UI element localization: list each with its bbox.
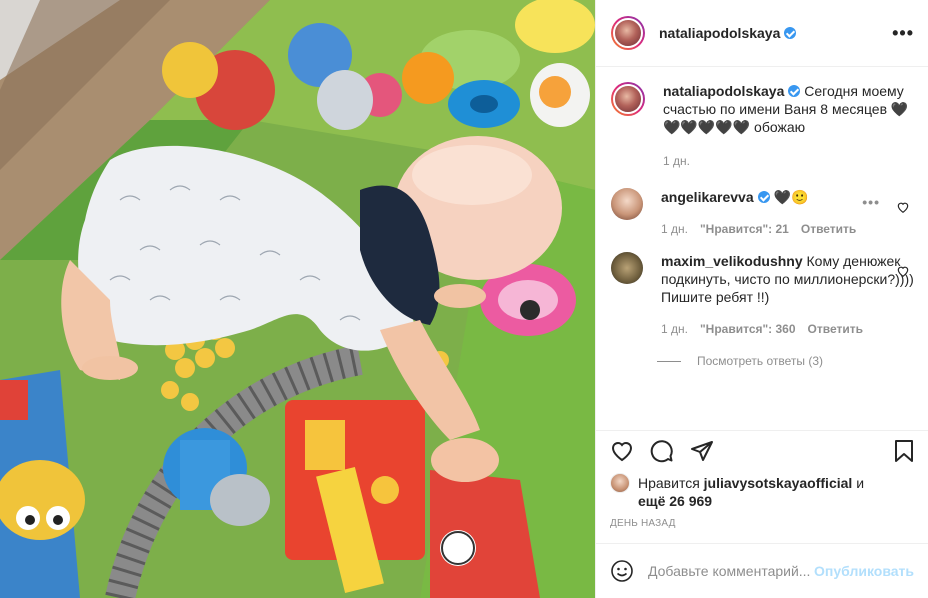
view-replies-button[interactable]: Посмотреть ответы (3) [657, 354, 914, 368]
comment-username[interactable]: angelikarevva [661, 189, 754, 205]
baby-on-playmat-image [0, 0, 595, 598]
verified-badge-icon [784, 27, 797, 39]
reply-button[interactable]: Ответить [801, 220, 856, 238]
likes-prefix: Нравится [638, 475, 700, 491]
comment-more-icon[interactable]: ••• [862, 194, 880, 210]
comment-likes[interactable]: "Нравится": 21 [700, 220, 789, 238]
author-username[interactable]: nataliapodolskaya [659, 25, 780, 41]
comment-heart-icon[interactable] [896, 264, 910, 278]
comment-username[interactable]: maxim_velikodushny [661, 253, 803, 269]
likes-summary: Нравится juliavysotskayaofficial и ещё 2… [610, 473, 914, 510]
comment-time[interactable]: 1 дн. [661, 220, 688, 238]
comment-likes[interactable]: "Нравится": 360 [700, 320, 796, 338]
liker-avatar[interactable] [610, 473, 630, 493]
heart-icon[interactable] [610, 439, 634, 463]
comment-item: maxim_velikodushny Кому денюжек подкинут… [611, 252, 914, 338]
bookmark-icon[interactable] [892, 439, 916, 463]
comments-list[interactable]: nataliapodolskaya Сегодня моему счастью … [596, 68, 928, 430]
comment-text-line2: Пишите ребят !!) [661, 289, 770, 305]
post-header: nataliapodolskaya ••• [596, 0, 928, 67]
view-replies-label: Посмотреть ответы (3) [697, 354, 824, 368]
replies-divider [657, 360, 681, 362]
smile-icon[interactable] [610, 559, 634, 583]
more-icon[interactable]: ••• [892, 23, 914, 44]
post-date[interactable]: ДЕНЬ НАЗАД [610, 518, 676, 529]
comment-item: angelikarevva 🖤🙂 1 дн. "Нравится": 21 От… [611, 188, 914, 238]
add-comment-bar: Добавьте комментарий... Опубликовать [596, 543, 928, 598]
publish-button[interactable]: Опубликовать [814, 563, 914, 579]
post-sidebar: nataliapodolskaya ••• nataliapodolskaya … [595, 0, 928, 598]
reply-button[interactable]: Ответить [808, 320, 863, 338]
caption-time[interactable]: 1 дн. [663, 152, 690, 170]
instagram-post-view: nataliapodolskaya ••• nataliapodolskaya … [0, 0, 928, 598]
post-actions-bar [596, 430, 928, 476]
comment-icon[interactable] [650, 439, 674, 463]
caption-avatar[interactable] [611, 82, 645, 116]
likes-and: и [856, 475, 865, 491]
comment-time[interactable]: 1 дн. [661, 320, 688, 338]
author-avatar[interactable] [611, 16, 645, 50]
likes-count[interactable]: ещё 26 969 [638, 493, 712, 509]
post-photo[interactable] [0, 0, 595, 598]
verified-badge-icon [757, 191, 770, 203]
caption-username[interactable]: nataliapodolskaya [663, 83, 784, 99]
liker-username[interactable]: juliavysotskayaofficial [704, 475, 853, 491]
commenter-avatar[interactable] [611, 252, 643, 284]
verified-badge-icon [788, 85, 801, 97]
comment-text: 🖤🙂 [773, 189, 809, 205]
commenter-avatar[interactable] [611, 188, 643, 220]
post-caption: nataliapodolskaya Сегодня моему счастью … [611, 68, 914, 170]
share-icon[interactable] [690, 439, 714, 463]
comment-heart-icon[interactable] [896, 200, 910, 214]
comment-input[interactable]: Добавьте комментарий... [648, 563, 814, 579]
